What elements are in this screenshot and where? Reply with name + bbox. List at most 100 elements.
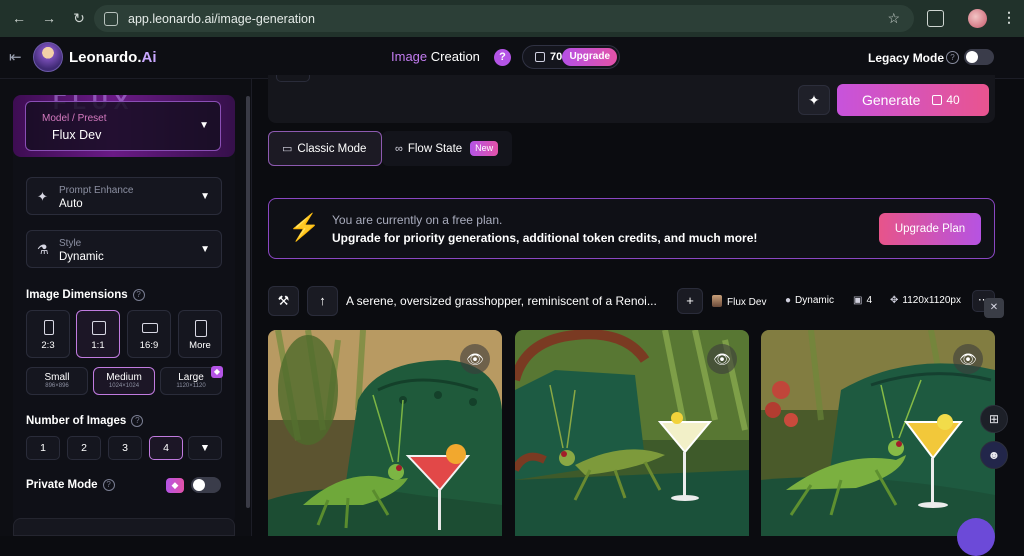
back-icon[interactable]: ← — [10, 10, 28, 27]
add-icon[interactable]: + — [677, 288, 703, 314]
sparkle-icon: ✦ — [37, 189, 48, 204]
reload-icon[interactable]: ↻ — [70, 10, 88, 27]
token-icon — [932, 95, 943, 105]
token-icon — [535, 52, 545, 62]
mode-tabs: ▭ Classic Mode ∞ Flow State New — [268, 131, 512, 166]
view-eye-icon[interactable]: 👁 — [953, 344, 983, 374]
help-icon[interactable]: ? — [131, 415, 144, 427]
num-images-2[interactable]: 2 — [67, 436, 101, 460]
site-settings-icon[interactable] — [104, 11, 118, 26]
view-eye-icon[interactable]: 👁 — [707, 344, 737, 374]
generation-dimensions: ✥ 1120x1120px — [890, 295, 961, 306]
magic-sparkle-button[interactable]: ✦ — [798, 85, 830, 115]
toggle-knob — [193, 479, 205, 491]
generate-cost: 40 — [946, 93, 960, 107]
url-text: app.leonardo.ai/image-generation — [128, 11, 315, 26]
size-small[interactable]: Small 896×896 — [26, 367, 88, 395]
browser-menu-icon[interactable]: ⋮ — [1002, 9, 1016, 26]
square-shape-icon — [92, 321, 106, 335]
lightning-icon: ⚡ — [288, 212, 321, 242]
profile-avatar[interactable] — [968, 9, 987, 28]
premium-gem-icon: ◆ — [166, 478, 184, 493]
flask-icon: ⚗ — [37, 242, 49, 257]
sidebar-scrollbar[interactable] — [246, 96, 250, 508]
generation-count: ▣ 4 — [853, 295, 873, 306]
move-icon: ✥ — [890, 295, 899, 306]
generated-image-3[interactable]: 👁 — [761, 330, 995, 536]
model-preset-select[interactable]: Model / Preset Flux Dev ▼ — [25, 101, 221, 151]
private-mode-label: Private Mode? — [26, 479, 115, 491]
free-plan-banner: ⚡ You are currently on a free plan. Upgr… — [268, 198, 995, 259]
address-bar[interactable]: app.leonardo.ai/image-generation ☆ — [94, 5, 914, 32]
sidebar-next-section — [13, 518, 235, 536]
image-dimensions-title: Image Dimensions? — [26, 289, 145, 301]
help-icon[interactable]: ? — [102, 479, 115, 491]
upgrade-plan-button[interactable]: Upgrade Plan — [879, 213, 981, 245]
num-images-1[interactable]: 1 — [26, 436, 60, 460]
app-header: ⇤ Leonardo.Ai Image Creation ? 70 Upgrad… — [0, 37, 1024, 79]
token-balance[interactable]: 70 Upgrade — [522, 45, 620, 69]
num-images-more-dropdown[interactable]: ▼ — [188, 436, 222, 460]
help-icon[interactable]: ? — [494, 49, 511, 66]
number-of-images-title: Number of Images? — [26, 415, 144, 427]
prompt-enhance-value: Auto — [59, 198, 83, 210]
browser-toolbar: ← → ↻ app.leonardo.ai/image-generation ☆… — [0, 0, 1024, 37]
image-stack-icon: ▭ — [282, 143, 293, 155]
tab-flow-state[interactable]: ∞ Flow State New — [382, 131, 512, 166]
model-preset-card[interactable]: FLUX Model / Preset Flux Dev ▼ — [13, 95, 235, 157]
generate-button[interactable]: Generate 40 — [837, 84, 989, 116]
logo-avatar[interactable] — [33, 42, 63, 72]
ratio-2-3[interactable]: 2:3 — [26, 310, 70, 358]
generation-style: ● Dynamic — [785, 295, 834, 306]
extensions-icon[interactable] — [927, 10, 944, 27]
banner-line-2: Upgrade for priority generations, additi… — [332, 231, 758, 245]
more-shape-icon — [195, 320, 207, 337]
private-mode-toggle[interactable] — [191, 477, 221, 493]
model-thumbnail — [712, 295, 722, 307]
generation-prompt[interactable]: A serene, oversized grasshopper, reminis… — [346, 294, 657, 308]
ratio-1-1[interactable]: 1:1 — [76, 310, 120, 358]
apps-grid-icon[interactable]: ⊞ — [980, 405, 1008, 433]
help-icon[interactable]: ? — [132, 289, 145, 301]
legacy-mode-toggle[interactable] — [964, 49, 994, 65]
page-title: Image Creation — [391, 49, 480, 64]
chevron-down-icon: ▼ — [200, 244, 210, 255]
num-images-3[interactable]: 3 — [108, 436, 142, 460]
chevron-down-icon: ▼ — [200, 191, 210, 202]
style-select[interactable]: ⚗ Style Dynamic ▼ — [26, 230, 222, 268]
legacy-mode-label: Legacy Mode — [868, 51, 945, 65]
ratio-16-9[interactable]: 16:9 — [127, 310, 171, 358]
discord-icon[interactable]: ☻ — [980, 441, 1008, 469]
images-icon: ▣ — [853, 295, 863, 306]
num-images-4[interactable]: 4 — [149, 436, 183, 460]
toggle-knob — [966, 51, 978, 63]
collapse-sidebar-icon[interactable]: ⇤ — [9, 48, 22, 66]
view-eye-icon[interactable]: 👁 — [460, 344, 490, 374]
style-value: Dynamic — [59, 251, 104, 263]
brand-logo[interactable]: Leonardo.Ai — [69, 49, 157, 66]
chat-support-button[interactable] — [957, 518, 995, 556]
tab-classic-mode[interactable]: ▭ Classic Mode — [268, 131, 382, 166]
size-large[interactable]: Large 1120×1120 ◆ — [160, 366, 223, 395]
token-count: 70 — [550, 51, 563, 63]
forward-icon[interactable]: → — [40, 10, 58, 27]
droplet-icon: ● — [785, 295, 792, 306]
bookmark-star-icon[interactable]: ☆ — [887, 10, 900, 27]
style-label: Style — [59, 238, 82, 249]
model-preset-value: Flux Dev — [52, 128, 102, 142]
generation-header: ⚒ ↑ A serene, oversized grasshopper, rem… — [268, 286, 995, 316]
arrow-up-icon[interactable]: ↑ — [307, 286, 338, 316]
ratio-more[interactable]: More — [178, 310, 222, 358]
banner-line-1: You are currently on a free plan. — [332, 213, 503, 227]
magic-wand-icon[interactable]: ⚒ — [268, 286, 299, 316]
landscape-shape-icon — [142, 323, 158, 333]
portrait-shape-icon — [44, 320, 54, 335]
generated-image-2[interactable]: 👁 — [515, 330, 749, 536]
prompt-enhance-select[interactable]: ✦ Prompt Enhance Auto ▼ — [26, 177, 222, 215]
size-medium[interactable]: Medium 1024×1024 — [93, 367, 155, 395]
generated-image-1[interactable]: 👁 — [268, 330, 502, 536]
legacy-help-icon[interactable]: ? — [946, 51, 959, 64]
upgrade-button[interactable]: Upgrade — [562, 48, 617, 66]
close-icon[interactable]: ✕ — [984, 298, 1004, 318]
model-preset-label: Model / Preset — [42, 113, 107, 124]
